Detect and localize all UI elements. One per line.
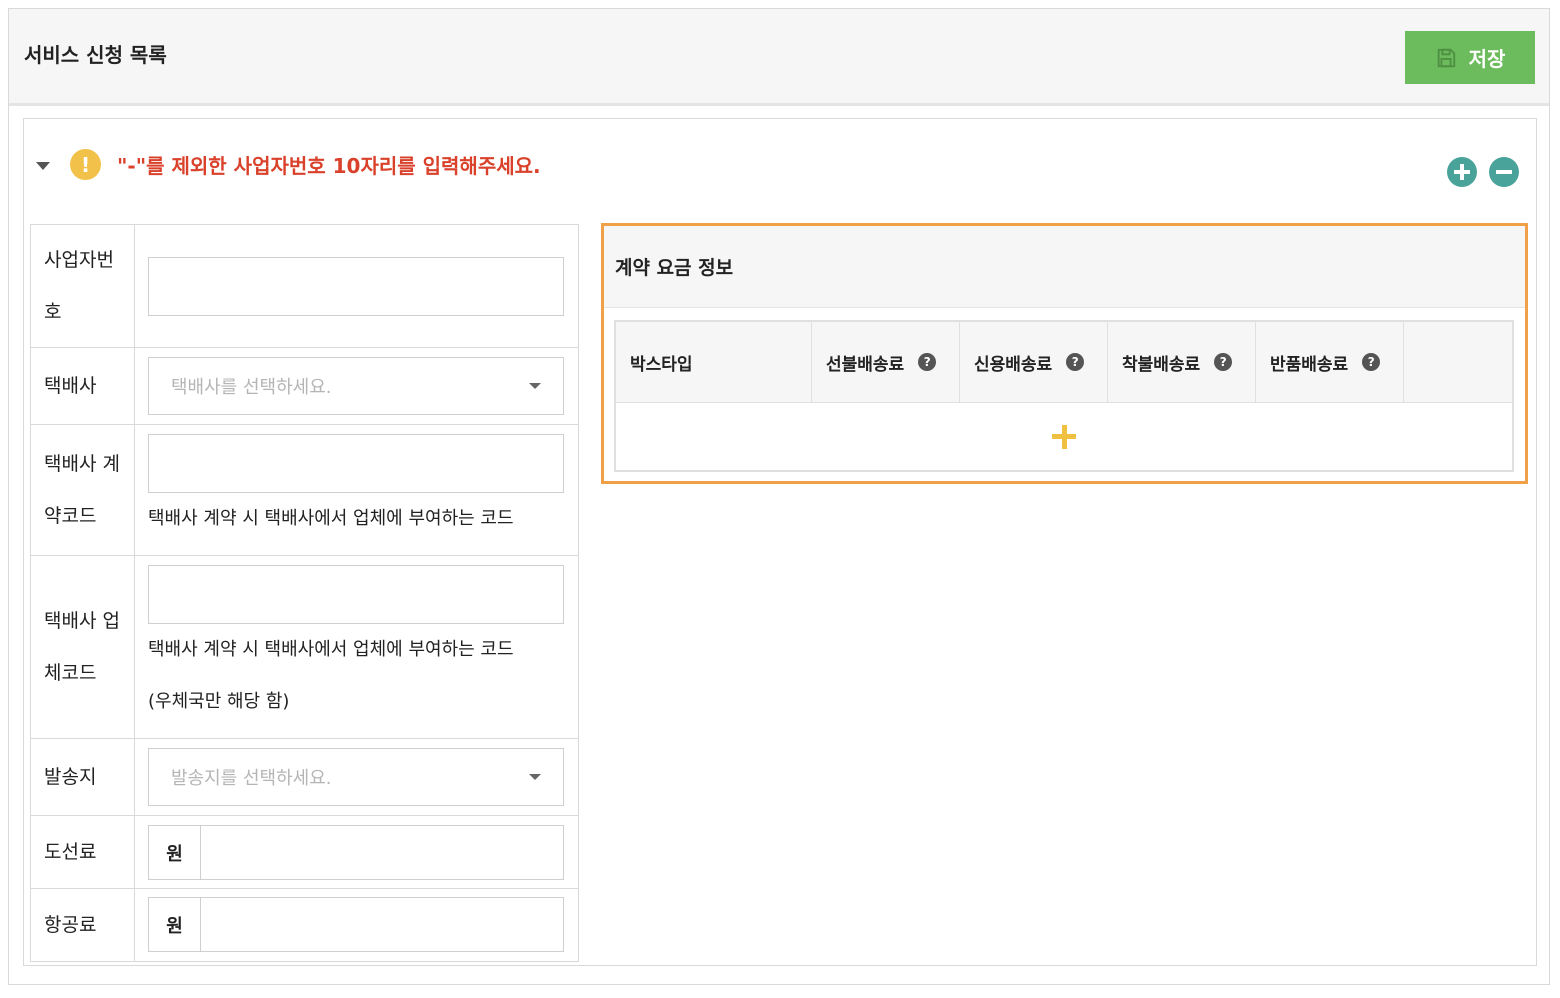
courier-select-placeholder: 택배사를 선택하세요. [171,377,332,398]
label-island-fee: 도선료 [31,816,135,888]
island-fee-unit: 원 [149,826,201,879]
value-air-fee: 원 [135,889,578,961]
label-courier: 택배사 [31,348,135,424]
question-icon[interactable]: ? [1066,353,1085,371]
fee-table-header: 박스타입 선불배송료? 신용배송료? 착불배송료? 반품배송료? [616,322,1512,403]
col-actions [1404,322,1512,402]
value-island-fee: 원 [135,816,578,888]
business-number-input[interactable] [148,257,564,316]
collapse-triangle-icon[interactable] [36,161,50,170]
value-contract-code: 택배사 계약 시 택배사에서 업체에 부여하는 코드 [135,425,578,555]
contract-code-input[interactable] [148,434,564,493]
add-row-plus-icon[interactable] [1052,424,1076,449]
contract-fee-title: 계약 요금 정보 [604,226,1525,308]
row-origin: 발송지 발송지를 선택하세요. [31,739,578,816]
col-box-type: 박스타입 [616,322,812,402]
col-cod-fee-label: 착불배송료 [1122,354,1201,375]
island-fee-group: 원 [148,825,564,880]
service-panel: ! "-"를 제외한 사업자번호 10자리를 입력해주세요. 사업자번 호 택배… [23,118,1537,966]
exclamation-icon: ! [70,149,101,180]
floppy-disk-icon [1437,48,1455,67]
page-title: 서비스 신청 목록 [24,43,167,67]
page-frame: 서비스 신청 목록 저장 ! "-"를 제외한 사업자번호 10자리를 입력해주… [8,8,1550,985]
plus-icon-stem [1460,164,1464,180]
save-button[interactable]: 저장 [1405,31,1535,84]
caret-down-icon [529,774,541,780]
value-origin: 발송지를 선택하세요. [135,739,578,815]
row-air-fee: 항공료 원 [31,889,578,961]
label-origin: 발송지 [31,739,135,815]
air-fee-input[interactable] [201,898,563,951]
question-icon[interactable]: ? [1362,353,1381,371]
label-business-number: 사업자번 호 [31,225,135,347]
air-fee-unit: 원 [149,898,201,951]
add-entry-button[interactable] [1447,157,1477,187]
value-courier: 택배사를 선택하세요. [135,348,578,424]
col-return-fee: 반품배송료? [1256,322,1404,402]
origin-select-placeholder: 발송지를 선택하세요. [171,768,332,789]
col-cod-fee: 착불배송료? [1108,322,1256,402]
vendor-code-help: 택배사 계약 시 택배사에서 업체에 부여하는 코드 [148,639,514,660]
fee-table-body [616,403,1512,470]
label-air-fee: 항공료 [31,889,135,961]
contract-fee-box: 계약 요금 정보 박스타입 선불배송료? 신용배송료? 착불배송료? 반품배송료… [601,223,1528,484]
caret-down-icon [529,383,541,389]
remove-entry-button[interactable] [1489,157,1519,187]
col-prepaid-fee-label: 선불배송료 [826,354,905,375]
fee-table: 박스타입 선불배송료? 신용배송료? 착불배송료? 반품배송료? [614,320,1514,472]
row-business-number: 사업자번 호 [31,225,578,348]
label-contract-code: 택배사 계 약코드 [31,425,135,555]
courier-select[interactable]: 택배사를 선택하세요. [148,357,564,415]
row-vendor-code: 택배사 업 체코드 택배사 계약 시 택배사에서 업체에 부여하는 코드 (우체… [31,556,578,739]
vendor-code-input[interactable] [148,565,564,624]
notice-text: "-"를 제외한 사업자번호 10자리를 입력해주세요. [117,154,541,178]
courier-form: 사업자번 호 택배사 택배사를 선택하세요. 택배사 계 약코드 택배사 계약 … [30,224,579,962]
col-return-fee-label: 반품배송료 [1270,354,1349,375]
row-contract-code: 택배사 계 약코드 택배사 계약 시 택배사에서 업체에 부여하는 코드 [31,425,578,556]
col-credit-fee: 신용배송료? [960,322,1108,402]
col-prepaid-fee: 선불배송료? [812,322,960,402]
page-header: 서비스 신청 목록 저장 [9,9,1549,106]
value-business-number [135,225,578,347]
origin-select[interactable]: 발송지를 선택하세요. [148,748,564,806]
air-fee-group: 원 [148,897,564,952]
plus-stem [1061,424,1067,449]
label-vendor-code: 택배사 업 체코드 [31,556,135,738]
notice-bar: ! "-"를 제외한 사업자번호 10자리를 입력해주세요. [36,149,541,180]
row-island-fee: 도선료 원 [31,816,578,889]
save-button-label: 저장 [1468,47,1506,71]
question-icon[interactable]: ? [1214,353,1233,371]
island-fee-input[interactable] [201,826,563,879]
contract-code-help: 택배사 계약 시 택배사에서 업체에 부여하는 코드 [148,508,514,529]
col-credit-fee-label: 신용배송료 [974,354,1053,375]
minus-icon [1496,170,1512,174]
value-vendor-code: 택배사 계약 시 택배사에서 업체에 부여하는 코드 (우체국만 해당 함) [135,556,578,738]
row-courier: 택배사 택배사를 선택하세요. [31,348,578,425]
col-box-type-label: 박스타입 [630,354,693,375]
vendor-code-help-note: (우체국만 해당 함) [148,691,290,712]
question-icon[interactable]: ? [918,353,937,371]
